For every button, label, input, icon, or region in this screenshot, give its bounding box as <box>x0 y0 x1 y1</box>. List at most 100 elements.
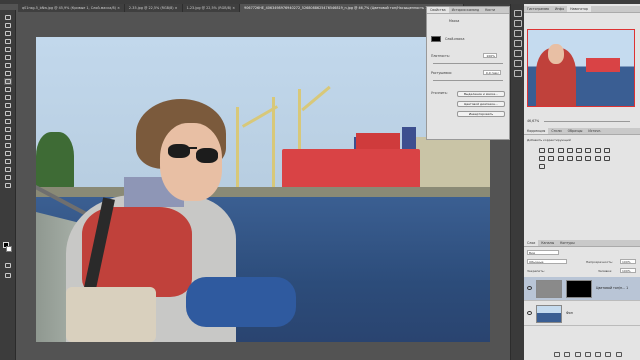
document-canvas[interactable] <box>36 37 490 342</box>
blur-tool-icon[interactable] <box>4 118 12 125</box>
tab-layers[interactable]: Слои <box>524 240 539 246</box>
tab-adjustments[interactable]: Коррекция <box>524 128 549 134</box>
brush-tool-icon[interactable] <box>4 78 12 85</box>
navigator-thumbnail[interactable] <box>527 29 635 107</box>
path-select-tool-icon[interactable] <box>4 150 12 157</box>
tab-sources[interactable]: Источн. <box>585 128 604 134</box>
eyedropper-tool-icon[interactable] <box>4 62 12 69</box>
posterize-icon[interactable] <box>585 156 592 161</box>
layer-name[interactable]: Цветовой тон/н... 1 <box>596 286 628 290</box>
layer-row[interactable]: Фон <box>524 302 640 326</box>
tab-history[interactable]: История команд <box>449 7 483 13</box>
quick-mask-icon[interactable] <box>4 262 12 269</box>
mask-thumbnail[interactable] <box>431 36 441 42</box>
density-slider[interactable] <box>433 63 503 64</box>
tab-brushes[interactable]: Кисти <box>482 7 498 13</box>
lasso-tool-icon[interactable] <box>4 30 12 37</box>
select-and-mask-button[interactable]: Выделение и маска... <box>457 91 505 97</box>
panel-paragraph-icon[interactable] <box>514 50 522 57</box>
feather-slider[interactable] <box>433 80 503 81</box>
invert-button[interactable]: Инвертировать <box>457 111 505 117</box>
channel-mixer-icon[interactable] <box>557 156 564 161</box>
feather-field[interactable]: 0,0 пикс <box>483 70 501 75</box>
tab-styles[interactable]: Стили <box>548 128 564 134</box>
background-layer-thumbnail[interactable] <box>536 305 562 323</box>
color-lookup-icon[interactable] <box>566 156 573 161</box>
navigator-zoom-value[interactable]: 46,67% <box>527 119 539 123</box>
tab-paths[interactable]: Контуры <box>557 240 578 246</box>
tab-navigator[interactable]: Навигатор <box>567 6 591 12</box>
gradient-map-icon[interactable] <box>603 156 610 161</box>
layer-name[interactable]: Фон <box>566 311 573 315</box>
photo-filter-icon[interactable] <box>548 156 555 161</box>
new-group-icon[interactable] <box>595 352 602 357</box>
rectangle-tool-icon[interactable] <box>4 158 12 165</box>
delete-layer-icon[interactable] <box>615 352 622 357</box>
history-brush-tool-icon[interactable] <box>4 94 12 101</box>
layer-style-icon[interactable] <box>564 352 571 357</box>
eraser-tool-icon[interactable] <box>4 102 12 109</box>
panel-character-icon[interactable] <box>514 60 522 67</box>
color-balance-icon[interactable] <box>603 148 610 153</box>
brightness-contrast-icon[interactable] <box>539 148 545 153</box>
move-tool-icon[interactable] <box>4 14 12 21</box>
navigator-zoom-slider[interactable] <box>544 121 630 122</box>
new-layer-icon[interactable] <box>605 352 612 357</box>
gradient-map-triangle-icon[interactable] <box>585 148 592 153</box>
opacity-field[interactable]: 100% <box>620 259 636 264</box>
panel-layers-icon[interactable] <box>514 70 522 77</box>
type-tool-icon[interactable] <box>4 142 12 149</box>
color-range-button[interactable]: Цветовой диапазон... <box>457 101 505 107</box>
screen-mode-icon[interactable] <box>4 272 12 279</box>
tab-info[interactable]: Инфо <box>552 6 567 12</box>
tab-channels[interactable]: Каналы <box>538 240 557 246</box>
photo-crane <box>236 107 239 192</box>
panel-history-icon[interactable] <box>514 10 522 17</box>
selective-color-icon[interactable] <box>539 164 545 169</box>
healing-brush-tool-icon[interactable] <box>4 70 12 77</box>
document-tab[interactable]: 1-23.jpg @ 22,5% (RGB/8) × <box>183 4 241 12</box>
vibrance-icon[interactable] <box>576 148 583 153</box>
add-mask-icon[interactable] <box>574 352 581 357</box>
invert-icon[interactable] <box>576 156 583 161</box>
more-tools-icon[interactable] <box>4 182 12 189</box>
adjustment-layer-thumbnail[interactable] <box>536 280 562 298</box>
dodge-tool-icon[interactable] <box>4 126 12 133</box>
document-tab[interactable]: q01nsg-5_bNw.jpg @ 45,9% (Кривые 1, Слой… <box>18 4 125 12</box>
blend-mode-select[interactable]: Обычные <box>527 259 567 264</box>
layer-mask-thumbnail[interactable] <box>566 280 592 298</box>
panel-brushes-icon[interactable] <box>514 30 522 37</box>
zoom-tool-icon[interactable] <box>4 174 12 181</box>
layer-filter-select[interactable]: Вид <box>527 250 559 255</box>
visibility-eye-icon[interactable] <box>527 311 532 315</box>
layer-row[interactable]: Цветовой тон/н... 1 <box>524 277 640 301</box>
panel-properties-icon[interactable] <box>514 20 522 27</box>
pen-tool-icon[interactable] <box>4 134 12 141</box>
tab-swatches[interactable]: Образцы <box>565 128 586 134</box>
density-field[interactable]: 100% <box>483 53 497 58</box>
tab-histogram[interactable]: Гистограмма <box>524 6 552 12</box>
link-layers-icon[interactable] <box>554 352 560 357</box>
marquee-tool-icon[interactable] <box>4 22 12 29</box>
new-adjustment-icon[interactable] <box>584 352 591 357</box>
visibility-eye-icon[interactable] <box>527 286 532 290</box>
density-label: Плотность: <box>431 54 450 58</box>
black-white-icon[interactable] <box>539 156 545 161</box>
hue-saturation-icon[interactable] <box>594 148 601 153</box>
exposure-icon[interactable] <box>566 148 573 153</box>
background-color-swatch[interactable] <box>6 246 12 252</box>
quick-select-tool-icon[interactable] <box>4 38 12 45</box>
levels-icon[interactable] <box>548 148 555 153</box>
hand-tool-icon[interactable] <box>4 166 12 173</box>
fill-field[interactable]: 100% <box>620 268 636 273</box>
clone-stamp-tool-icon[interactable] <box>4 86 12 93</box>
tab-properties[interactable]: Свойства <box>427 7 449 13</box>
threshold-icon[interactable] <box>594 156 601 161</box>
tools-toolbar <box>0 10 16 360</box>
document-tab[interactable]: 2-35.jpg @ 22,5% (RGB/8) × <box>125 4 183 12</box>
crop-tool-icon[interactable] <box>4 46 12 53</box>
frame-tool-icon[interactable] <box>4 54 12 61</box>
gradient-tool-icon[interactable] <box>4 110 12 117</box>
curves-icon[interactable] <box>557 148 564 153</box>
panel-swatches-icon[interactable] <box>514 40 522 47</box>
